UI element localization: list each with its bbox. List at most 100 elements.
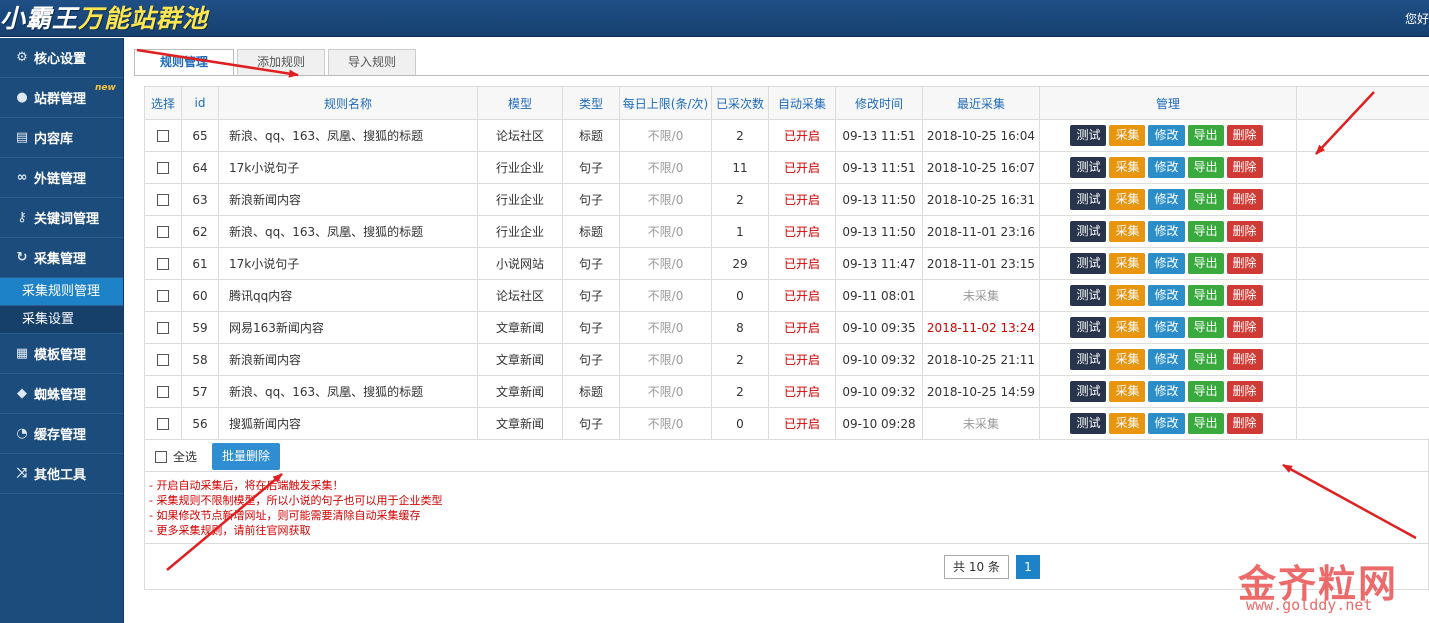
delete-button[interactable]: 删除 — [1226, 317, 1263, 338]
edit-button[interactable]: 修改 — [1148, 413, 1185, 434]
test-button[interactable]: 测试 — [1070, 285, 1107, 306]
row-checkbox[interactable] — [157, 226, 169, 238]
test-button[interactable]: 测试 — [1070, 157, 1107, 178]
empty-cell — [1296, 247, 1429, 280]
edit-button[interactable]: 修改 — [1148, 349, 1185, 370]
column-header-empty — [1296, 86, 1429, 120]
delete-button[interactable]: 删除 — [1226, 349, 1263, 370]
sidebar-item-0[interactable]: ⚙ 核心设置 — [0, 38, 123, 78]
test-button[interactable]: 测试 — [1070, 189, 1107, 210]
collect-button[interactable]: 采集 — [1109, 413, 1146, 434]
export-button[interactable]: 导出 — [1187, 349, 1224, 370]
note-line: - 采集规则不限制模型，所以小说的句子也可以用于企业类型 — [149, 494, 443, 507]
test-button[interactable]: 测试 — [1070, 125, 1107, 146]
select-all[interactable]: 全选 — [155, 448, 197, 465]
collect-button[interactable]: 采集 — [1109, 157, 1146, 178]
edit-button[interactable]: 修改 — [1148, 221, 1185, 242]
test-button[interactable]: 测试 — [1070, 221, 1107, 242]
test-button[interactable]: 测试 — [1070, 413, 1107, 434]
shuffle-icon: ⤨ — [16, 466, 28, 481]
export-button[interactable]: 导出 — [1187, 285, 1224, 306]
row-checkbox[interactable] — [157, 290, 169, 302]
delete-button[interactable]: 删除 — [1226, 253, 1263, 274]
export-button[interactable]: 导出 — [1187, 317, 1224, 338]
sidebar-item-4[interactable]: ⚷ 关键词管理 — [0, 198, 123, 238]
delete-button[interactable]: 删除 — [1226, 221, 1263, 242]
sidebar-item-7[interactable]: 采集设置 — [0, 306, 123, 334]
sidebar-item-8[interactable]: ▦ 模板管理 — [0, 334, 123, 374]
rule-type: 句子 — [562, 183, 620, 216]
manage-cell: 测试 采集 修改 导出 删除 — [1039, 151, 1297, 184]
collect-button[interactable]: 采集 — [1109, 349, 1146, 370]
export-button[interactable]: 导出 — [1187, 221, 1224, 242]
collect-button[interactable]: 采集 — [1109, 285, 1146, 306]
note-line: - 更多采集规则，请前往官网获取 — [149, 524, 311, 537]
row-checkbox[interactable] — [157, 418, 169, 430]
last-collect: 2018-11-01 23:16 — [922, 215, 1040, 248]
collect-button[interactable]: 采集 — [1109, 317, 1146, 338]
rule-model: 行业企业 — [477, 183, 563, 216]
row-checkbox[interactable] — [157, 258, 169, 270]
row-checkbox[interactable] — [157, 386, 169, 398]
export-button[interactable]: 导出 — [1187, 157, 1224, 178]
edit-button[interactable]: 修改 — [1148, 125, 1185, 146]
sidebar-item-2[interactable]: ▤ 内容库 — [0, 118, 123, 158]
row-checkbox[interactable] — [157, 194, 169, 206]
edit-button[interactable]: 修改 — [1148, 157, 1185, 178]
page-button-1[interactable]: 1 — [1016, 555, 1040, 579]
gear-icon: ⚙ — [16, 50, 28, 65]
export-button[interactable]: 导出 — [1187, 381, 1224, 402]
row-checkbox[interactable] — [157, 354, 169, 366]
collect-button[interactable]: 采集 — [1109, 221, 1146, 242]
select-all-checkbox[interactable] — [155, 450, 167, 463]
tab-1[interactable]: 添加规则 — [237, 49, 325, 75]
collect-button[interactable]: 采集 — [1109, 125, 1146, 146]
delete-button[interactable]: 删除 — [1226, 413, 1263, 434]
row-checkbox[interactable] — [157, 162, 169, 174]
collect-button[interactable]: 采集 — [1109, 253, 1146, 274]
bulk-delete-button[interactable]: 批量删除 — [212, 443, 281, 470]
delete-button[interactable]: 删除 — [1226, 381, 1263, 402]
sidebar-item-5[interactable]: ↻ 采集管理 — [0, 238, 123, 278]
manage-cell: 测试 采集 修改 导出 删除 — [1039, 119, 1297, 152]
delete-button[interactable]: 删除 — [1226, 125, 1263, 146]
export-button[interactable]: 导出 — [1187, 125, 1224, 146]
row-checkbox[interactable] — [157, 130, 169, 142]
rule-id: 56 — [181, 407, 219, 440]
sidebar-item-1[interactable]: ● 站群管理 new — [0, 78, 123, 118]
sidebar-item-10[interactable]: ◔ 缓存管理 — [0, 414, 123, 454]
edit-button[interactable]: 修改 — [1148, 189, 1185, 210]
test-button[interactable]: 测试 — [1070, 381, 1107, 402]
test-button[interactable]: 测试 — [1070, 317, 1107, 338]
sidebar-item-11[interactable]: ⤨ 其他工具 — [0, 454, 123, 494]
tab-2[interactable]: 导入规则 — [328, 49, 416, 75]
delete-button[interactable]: 删除 — [1226, 189, 1263, 210]
sidebar-item-3[interactable]: ∞ 外链管理 — [0, 158, 123, 198]
row-select-cell — [144, 183, 182, 216]
export-button[interactable]: 导出 — [1187, 253, 1224, 274]
edit-button[interactable]: 修改 — [1148, 253, 1185, 274]
edit-button[interactable]: 修改 — [1148, 317, 1185, 338]
row-checkbox[interactable] — [157, 322, 169, 334]
table-row: 56 搜狐新闻内容 文章新闻 句子 不限/0 0 已开启 09-10 09:28 未采集 测试 采集… — [144, 407, 1429, 440]
rule-model: 行业企业 — [477, 151, 563, 184]
rule-type: 句子 — [562, 343, 620, 376]
auto-collect-status: 已开启 — [768, 311, 836, 344]
tab-0[interactable]: 规则管理 — [134, 49, 234, 76]
sidebar: ⚙ 核心设置 ● 站群管理 new ▤ 内容库 ∞ 外链管理 ⚷ 关键词管理 ↻ 采集管理 采集规则管理采… — [0, 38, 124, 623]
collect-button[interactable]: 采集 — [1109, 189, 1146, 210]
collect-button[interactable]: 采集 — [1109, 381, 1146, 402]
test-button[interactable]: 测试 — [1070, 349, 1107, 370]
export-button[interactable]: 导出 — [1187, 413, 1224, 434]
test-button[interactable]: 测试 — [1070, 253, 1107, 274]
delete-button[interactable]: 删除 — [1226, 285, 1263, 306]
sidebar-item-9[interactable]: ◆ 蜘蛛管理 — [0, 374, 123, 414]
edit-button[interactable]: 修改 — [1148, 285, 1185, 306]
export-button[interactable]: 导出 — [1187, 189, 1224, 210]
last-collect: 未采集 — [922, 279, 1040, 312]
collect-count: 0 — [711, 407, 769, 440]
sidebar-item-6[interactable]: 采集规则管理 — [0, 278, 123, 306]
modified-time: 09-11 08:01 — [835, 279, 923, 312]
delete-button[interactable]: 删除 — [1226, 157, 1263, 178]
edit-button[interactable]: 修改 — [1148, 381, 1185, 402]
